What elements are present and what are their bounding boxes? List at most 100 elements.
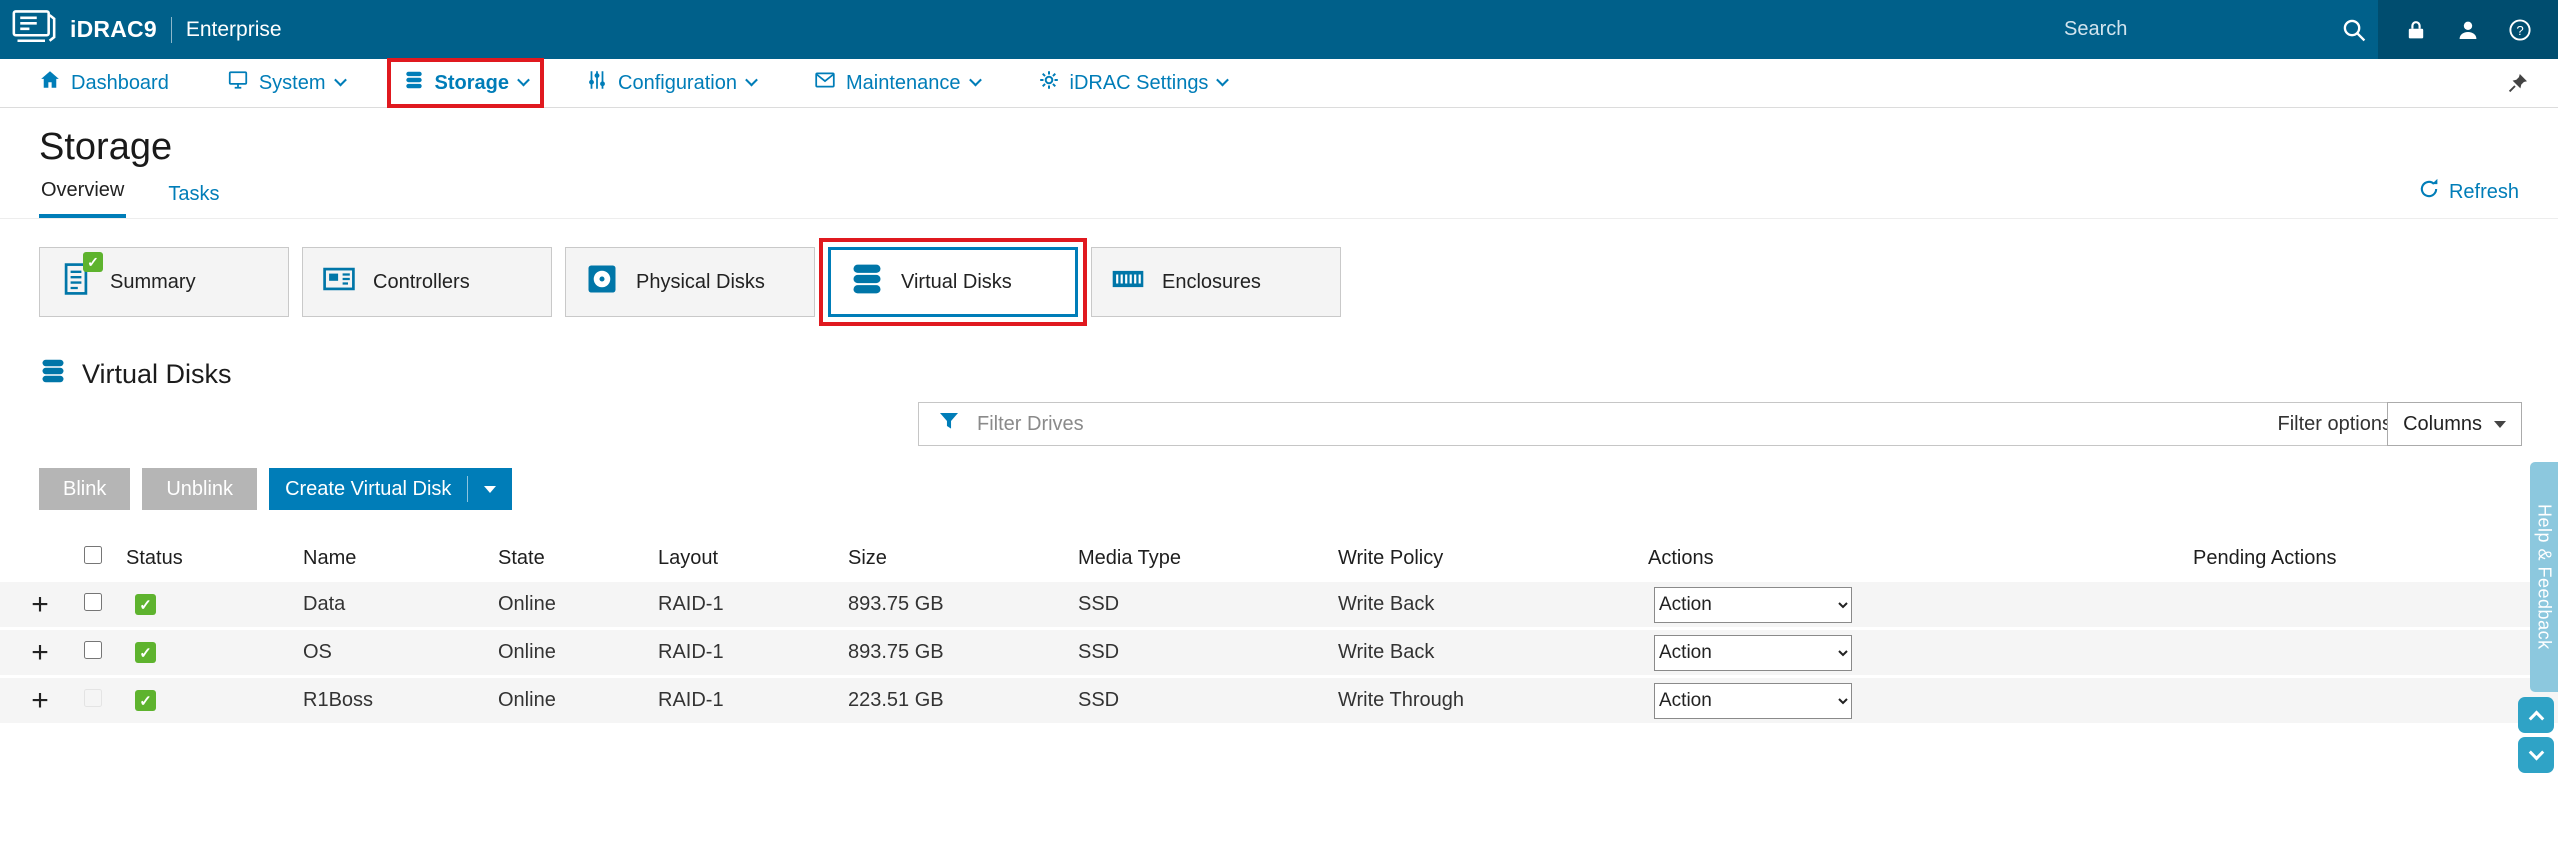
virtual-disks-icon bbox=[849, 261, 885, 303]
row-checkbox[interactable] bbox=[84, 640, 102, 659]
scroll-buttons bbox=[2518, 697, 2554, 773]
header-select-all bbox=[72, 546, 118, 570]
nav-label: System bbox=[258, 71, 326, 94]
filter-options-link[interactable]: Filter options bbox=[2278, 413, 2393, 436]
nav-label: Maintenance bbox=[845, 71, 961, 94]
expand-row-button[interactable]: + bbox=[0, 685, 72, 716]
nav-item-configuration[interactable]: Configuration bbox=[586, 69, 758, 97]
vd-state: Online bbox=[498, 593, 556, 615]
refresh-button[interactable]: Refresh bbox=[2418, 178, 2519, 218]
col-header-pending-actions: Pending Actions bbox=[2193, 546, 2337, 569]
refresh-label: Refresh bbox=[2448, 180, 2519, 203]
search-input[interactable] bbox=[2062, 17, 2331, 42]
section-header: Virtual Disks bbox=[39, 357, 2558, 392]
vd-write-policy: Write Back bbox=[1338, 593, 1435, 615]
nav-item-maintenance[interactable]: Maintenance bbox=[814, 69, 982, 97]
filter-row: Filter options Columns bbox=[0, 402, 2558, 448]
tile-label: Virtual Disks bbox=[901, 270, 1012, 293]
topbar-icon-group: ? bbox=[2378, 0, 2558, 59]
top-bar: iDRAC9 Enterprise Search ? bbox=[0, 0, 2558, 59]
chevron-down-icon bbox=[1216, 73, 1230, 86]
toolbar: Blink Unblink Create Virtual Disk bbox=[39, 468, 2558, 510]
nav-label: Dashboard bbox=[71, 71, 169, 94]
vd-name: OS bbox=[303, 641, 332, 663]
chevron-down-icon bbox=[2528, 744, 2544, 760]
blink-button[interactable]: Blink bbox=[39, 468, 131, 510]
tile-virtual-disks[interactable]: Virtual Disks bbox=[819, 238, 1087, 326]
nav-item-idrac-settings[interactable]: iDRAC Settings bbox=[1038, 69, 1230, 97]
home-icon bbox=[39, 69, 61, 97]
brand: iDRAC9 Enterprise bbox=[0, 8, 282, 51]
row-action-select[interactable]: Action bbox=[1654, 586, 1852, 623]
filter-drives-input[interactable] bbox=[975, 411, 2264, 437]
chevron-down-icon bbox=[745, 73, 758, 86]
tile-controllers[interactable]: Controllers bbox=[302, 247, 552, 317]
nav-item-system[interactable]: System bbox=[227, 69, 347, 97]
vd-write-policy: Write Through bbox=[1338, 689, 1464, 711]
help-icon[interactable]: ? bbox=[2508, 18, 2532, 42]
vd-size: 223.51 GB bbox=[848, 689, 944, 711]
chevron-down-icon bbox=[333, 73, 347, 86]
lock-icon[interactable] bbox=[2404, 18, 2428, 42]
topbar-right: ? bbox=[2046, 0, 2558, 59]
maintenance-icon bbox=[814, 69, 836, 97]
tab-tasks[interactable]: Tasks bbox=[166, 183, 221, 218]
col-header-name: Name bbox=[303, 546, 357, 569]
col-header-status: Status bbox=[126, 546, 183, 569]
row-action-select[interactable]: Action bbox=[1654, 634, 1852, 671]
nav-item-storage[interactable]: Storage bbox=[391, 62, 540, 104]
system-icon bbox=[227, 69, 249, 97]
search-icon[interactable] bbox=[2341, 17, 2367, 43]
status-ok-icon bbox=[135, 642, 156, 663]
vd-name: R1Boss bbox=[303, 689, 374, 711]
table-body: + Data Online RAID-1 893.75 GB SSD Write… bbox=[0, 582, 2558, 723]
tile-enclosures[interactable]: Enclosures bbox=[1091, 247, 1341, 317]
row-action-select[interactable]: Action bbox=[1654, 682, 1852, 719]
idrac-screen: iDRAC9 Enterprise Search ? Dashboard Sys… bbox=[0, 0, 2558, 852]
tile-physical-disks[interactable]: Physical Disks bbox=[565, 247, 815, 317]
col-header-layout: Layout bbox=[658, 546, 719, 569]
configuration-icon bbox=[586, 69, 608, 97]
virtual-disks-icon bbox=[39, 357, 67, 392]
chevron-down-icon bbox=[968, 73, 982, 86]
vd-layout: RAID-1 bbox=[658, 689, 724, 711]
col-header-size: Size bbox=[848, 546, 887, 569]
enclosures-icon bbox=[1110, 261, 1146, 303]
caret-down-icon bbox=[484, 485, 497, 493]
storage-icon bbox=[403, 69, 425, 97]
help-feedback-tab[interactable]: Help & Feedback bbox=[2530, 462, 2558, 692]
vd-state: Online bbox=[498, 689, 556, 711]
expand-row-button[interactable]: + bbox=[0, 637, 72, 668]
tile-label: Physical Disks bbox=[636, 270, 765, 293]
expand-row-button[interactable]: + bbox=[0, 589, 72, 620]
vd-size: 893.75 GB bbox=[848, 593, 944, 615]
tile-summary[interactable]: Summary bbox=[39, 247, 289, 317]
vd-size: 893.75 GB bbox=[848, 641, 944, 663]
vd-layout: RAID-1 bbox=[658, 593, 724, 615]
nav-item-dashboard[interactable]: Dashboard bbox=[39, 69, 169, 97]
user-icon[interactable] bbox=[2456, 18, 2480, 42]
vd-layout: RAID-1 bbox=[658, 641, 724, 663]
tab-overview[interactable]: Overview bbox=[39, 179, 127, 218]
select-all-checkbox[interactable] bbox=[84, 546, 102, 564]
tile-label: Controllers bbox=[373, 270, 470, 293]
pin-icon[interactable] bbox=[2506, 71, 2530, 95]
unblink-button[interactable]: Unblink bbox=[142, 468, 258, 510]
refresh-icon bbox=[2418, 178, 2440, 206]
scroll-up-button[interactable] bbox=[2518, 697, 2554, 733]
create-virtual-disk-button[interactable]: Create Virtual Disk bbox=[269, 468, 513, 510]
controllers-icon bbox=[321, 261, 357, 303]
columns-dropdown-button[interactable]: Columns bbox=[2387, 402, 2522, 446]
scroll-down-button[interactable] bbox=[2518, 737, 2554, 773]
chevron-down-icon bbox=[517, 73, 530, 86]
chevron-up-icon bbox=[2528, 710, 2544, 726]
create-virtual-disk-label: Create Virtual Disk bbox=[285, 477, 452, 500]
row-checkbox[interactable] bbox=[84, 592, 102, 611]
status-ok-icon bbox=[135, 690, 156, 711]
nav-label: Configuration bbox=[618, 71, 737, 94]
vd-media-type: SSD bbox=[1078, 593, 1120, 615]
vd-media-type: SSD bbox=[1078, 689, 1120, 711]
server-logo-icon bbox=[12, 8, 56, 51]
tile-label: Enclosures bbox=[1162, 270, 1261, 293]
table-row: + R1Boss Online RAID-1 223.51 GB SSD Wri… bbox=[0, 678, 2558, 723]
